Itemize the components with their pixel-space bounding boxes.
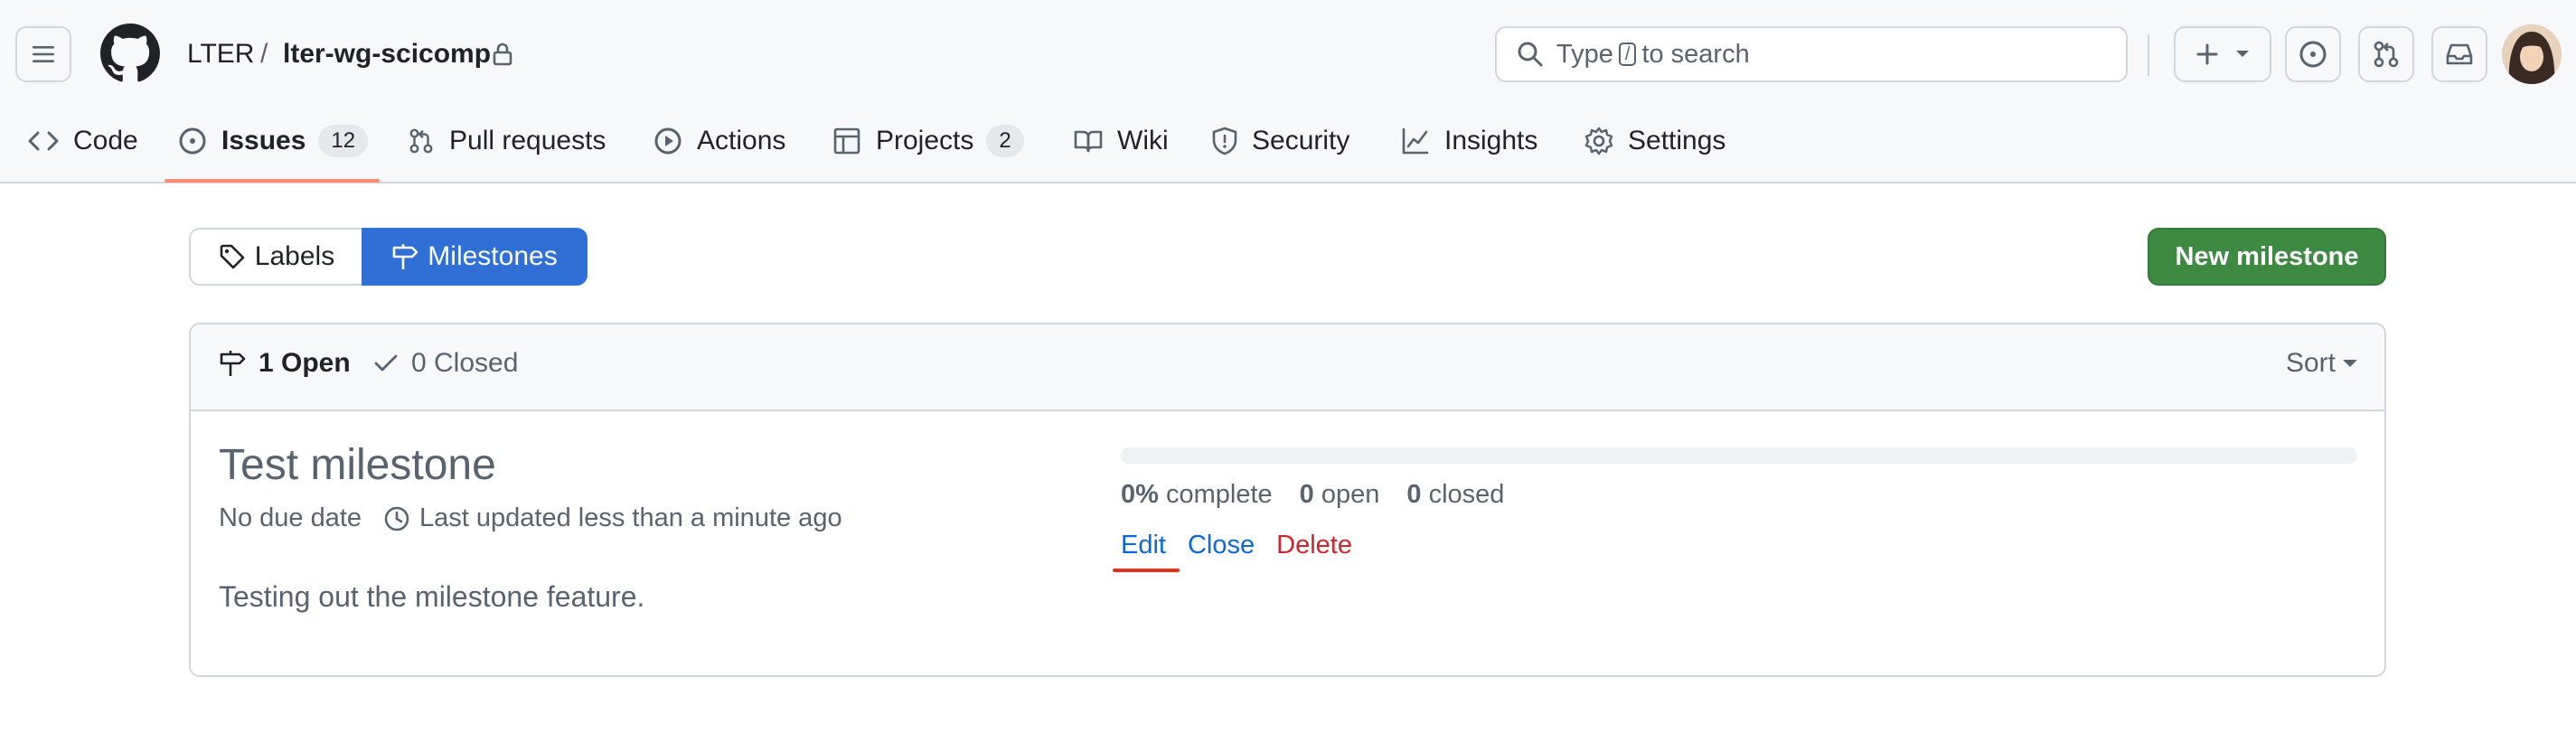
tab-security-label: Security <box>1252 126 1350 155</box>
progress-bar <box>1121 447 2357 464</box>
tab-pull-requests[interactable]: Pull requests <box>408 118 606 165</box>
search-icon <box>1518 42 1543 67</box>
shield-icon <box>1212 127 1237 155</box>
check-icon <box>374 354 398 372</box>
issue-opened-icon <box>179 127 206 155</box>
milestones-button[interactable]: Milestones <box>362 228 588 286</box>
user-avatar-icon <box>2502 24 2562 84</box>
tab-issues-label: Issues <box>221 126 306 155</box>
tab-settings[interactable]: Settings <box>1584 118 1725 165</box>
search-suffix: to search <box>1641 39 1750 69</box>
edit-link[interactable]: Edit <box>1121 531 1166 560</box>
triangle-down-icon <box>2236 51 2249 57</box>
clock-icon <box>384 506 409 531</box>
closed-count-label: 0 Closed <box>411 348 519 378</box>
menu-button[interactable] <box>15 26 71 82</box>
avatar[interactable] <box>2502 24 2562 84</box>
tag-icon <box>220 244 245 269</box>
tab-projects[interactable]: Projects 2 <box>832 118 1024 165</box>
tab-actions-label: Actions <box>697 126 786 155</box>
labels-button-label: Labels <box>254 241 335 271</box>
milestones-list-header: 1 Open 0 Closed Sort <box>191 324 2384 411</box>
tab-code-label: Code <box>73 126 138 155</box>
issues-count-badge: 12 <box>318 125 369 157</box>
table-icon <box>833 127 860 155</box>
tab-actions[interactable]: Actions <box>653 118 785 165</box>
closed-count-value: 0 <box>1406 480 1422 509</box>
issues-shortcut-button[interactable] <box>2285 26 2341 82</box>
milestones-list: 1 Open 0 Closed Sort Test milestone No d… <box>189 323 2386 677</box>
closed-milestones-filter[interactable]: 0 Closed <box>373 348 518 379</box>
search-prefix: Type <box>1556 39 1613 69</box>
milestone-stats: 0% complete 0 open 0 closed <box>1121 480 1531 510</box>
caret-down-icon <box>2343 360 2357 367</box>
notifications-button[interactable] <box>2431 26 2487 82</box>
breadcrumb-separator: / <box>260 39 268 69</box>
gear-icon <box>1584 127 1613 155</box>
milestone-icon <box>220 351 246 376</box>
play-icon <box>654 127 682 155</box>
inbox-icon <box>2446 43 2473 65</box>
breadcrumb-repo[interactable]: lter-wg-scicomp <box>283 34 491 74</box>
tab-projects-label: Projects <box>876 126 974 155</box>
tab-issues[interactable]: Issues 12 <box>178 118 369 165</box>
open-issues-count[interactable]: 0 open <box>1300 480 1380 510</box>
last-updated: Last updated less than a minute ago <box>419 503 842 532</box>
git-pull-request-icon <box>2374 41 2399 68</box>
code-icon <box>28 131 59 151</box>
projects-count-badge: 2 <box>986 125 1024 157</box>
delete-link[interactable]: Delete <box>1276 531 1352 560</box>
slash-key-hint: / <box>1618 42 1637 66</box>
labels-button[interactable]: Labels <box>189 228 362 286</box>
tab-code[interactable]: Code <box>28 118 138 165</box>
tab-insights-label: Insights <box>1444 126 1538 155</box>
search-input[interactable]: Type / to search <box>1495 26 2128 82</box>
milestone-icon <box>392 244 418 269</box>
due-date: No due date <box>219 503 362 532</box>
graph-icon <box>1402 127 1429 155</box>
hamburger-icon <box>33 46 54 62</box>
milestone-description: Testing out the milestone feature. <box>219 580 645 613</box>
tab-security[interactable]: Security <box>1212 118 1349 165</box>
milestone-actions: Edit Close Delete <box>1121 531 1374 560</box>
open-milestones-filter[interactable]: 1 Open <box>219 348 351 379</box>
create-new-button[interactable] <box>2174 26 2271 82</box>
percent-value: 0% <box>1121 480 1159 509</box>
tab-wiki[interactable]: Wiki <box>1074 118 1169 165</box>
selected-tab-indicator <box>165 179 380 183</box>
close-link[interactable]: Close <box>1188 531 1255 560</box>
git-pull-request-icon <box>409 128 433 154</box>
milestone-title[interactable]: Test milestone <box>219 440 496 490</box>
sort-dropdown[interactable]: Sort <box>2286 348 2357 379</box>
new-milestone-button[interactable]: New milestone <box>2148 228 2386 286</box>
tab-insights[interactable]: Insights <box>1401 118 1537 165</box>
plus-icon <box>2196 43 2218 65</box>
issue-opened-icon <box>2299 41 2327 68</box>
tab-pull-requests-label: Pull requests <box>449 126 606 155</box>
sort-label: Sort <box>2285 348 2336 378</box>
open-count-label: 1 Open <box>259 348 351 378</box>
pull-requests-shortcut-button[interactable] <box>2358 26 2414 82</box>
edit-link-highlight <box>1113 569 1180 572</box>
tab-settings-label: Settings <box>1628 126 1726 155</box>
lock-icon <box>493 42 512 66</box>
book-icon <box>1074 130 1103 153</box>
percent-complete: 0% complete <box>1121 480 1273 510</box>
open-count-text: open <box>1321 480 1380 509</box>
milestones-button-label: Milestones <box>428 241 558 271</box>
open-count-value: 0 <box>1299 480 1314 509</box>
tab-wiki-label: Wiki <box>1117 126 1169 155</box>
header-divider <box>2148 34 2149 76</box>
breadcrumb-owner[interactable]: LTER <box>187 34 254 74</box>
milestone-meta: No due date Last updated less than a min… <box>219 503 842 533</box>
github-logo-icon[interactable] <box>100 24 160 83</box>
percent-label: complete <box>1165 480 1273 509</box>
closed-issues-count[interactable]: 0 closed <box>1406 480 1504 510</box>
closed-count-text: closed <box>1428 480 1505 509</box>
